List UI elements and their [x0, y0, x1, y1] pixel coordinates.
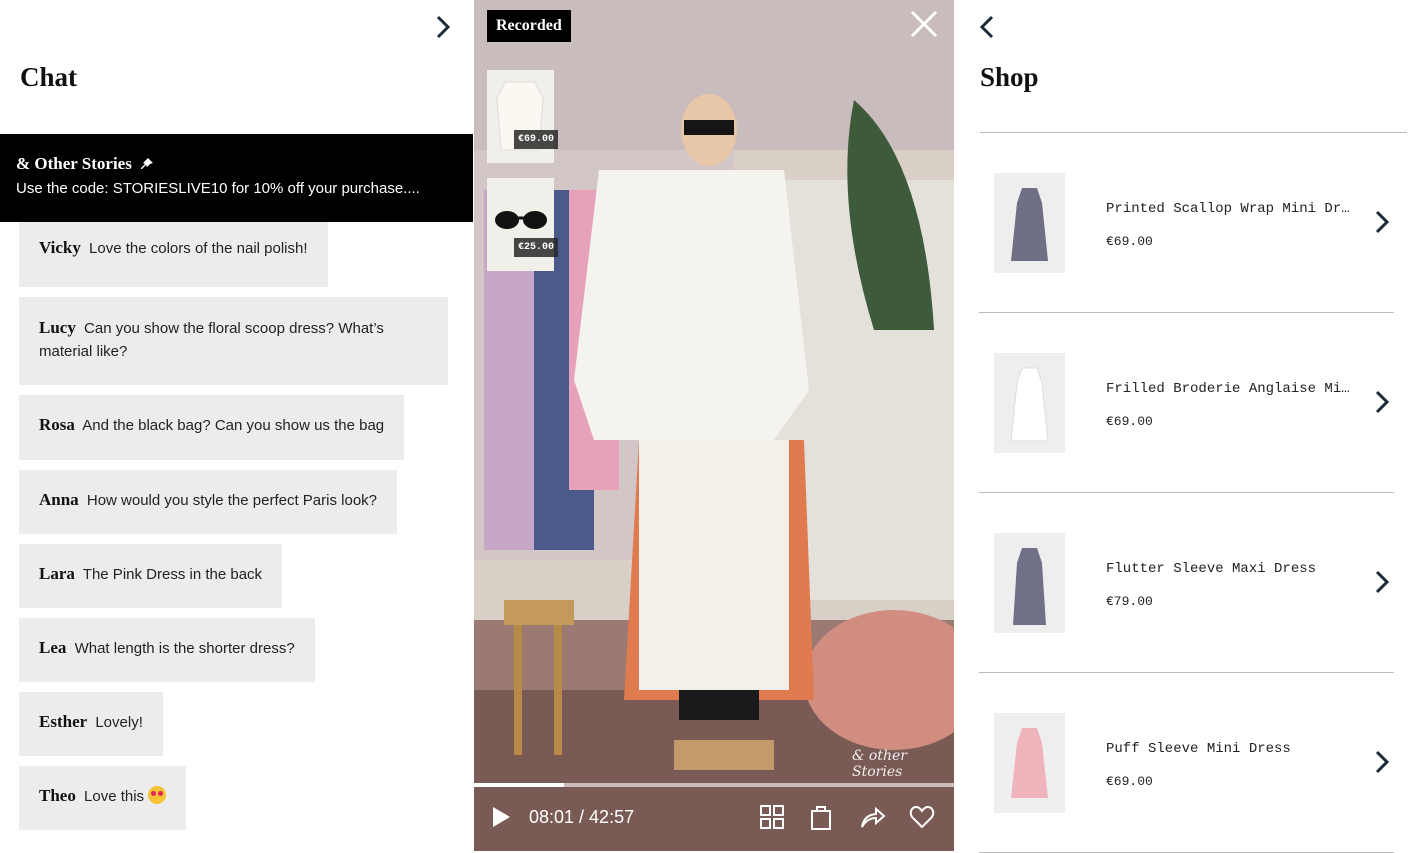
- thumbnail-price: €25.00: [513, 238, 558, 257]
- chevron-right-icon[interactable]: [428, 12, 458, 42]
- thumbnail-price: €69.00: [513, 130, 558, 149]
- progress-bar[interactable]: [474, 783, 954, 787]
- message-text: The Pink Dress in the back: [82, 566, 263, 583]
- message-author: Esther: [39, 712, 88, 731]
- product-name: Frilled Broderie Anglaise Mini Dress: [1106, 381, 1351, 397]
- product-price: €69.00: [1106, 414, 1153, 429]
- product-price: €79.00: [1106, 594, 1153, 609]
- chevron-left-icon[interactable]: [972, 12, 1002, 42]
- product-thumbnail[interactable]: €69.00: [487, 70, 558, 163]
- shop-panel: Shop Printed Scallop Wrap Mini Dress €69…: [954, 0, 1421, 853]
- shopping-bag-icon[interactable]: [807, 803, 835, 831]
- play-icon[interactable]: [486, 803, 514, 831]
- message-author: Lara: [39, 564, 75, 583]
- product-image: [994, 533, 1065, 633]
- message-author: Rosa: [39, 415, 75, 434]
- message-text: Love this: [84, 788, 145, 805]
- shop-title: Shop: [980, 62, 1039, 92]
- pinned-text: Use the code: STORIESLIVE10 for 10% off …: [16, 180, 420, 197]
- pinned-message: & Other Stories Use the code: STORIESLIV…: [0, 134, 473, 222]
- chat-message: Vicky Love the colors of the nail polish…: [19, 222, 328, 287]
- message-text: How would you style the perfect Paris lo…: [86, 492, 378, 509]
- chevron-right-icon[interactable]: [1371, 388, 1393, 416]
- product-name: Flutter Sleeve Maxi Dress: [1106, 561, 1317, 577]
- message-author: Lucy: [39, 318, 76, 337]
- message-text: Love the colors of the nail polish!: [89, 240, 308, 257]
- message-text: Lovely!: [95, 714, 143, 731]
- close-icon[interactable]: [908, 8, 940, 40]
- message-text: And the black bag? Can you show us the b…: [82, 417, 385, 434]
- chat-message: Anna How would you style the perfect Par…: [19, 470, 398, 534]
- share-icon[interactable]: [858, 803, 886, 831]
- product-name: Puff Sleeve Mini Dress: [1106, 741, 1291, 757]
- product-item[interactable]: Frilled Broderie Anglaise Mini Dress €69…: [979, 313, 1394, 493]
- video-player[interactable]: Recorded €69.00 €25.00 & other Stories 0…: [474, 0, 954, 851]
- chat-message: Lucy Can you show the floral scoop dress…: [19, 297, 448, 385]
- product-thumbnail[interactable]: €25.00: [487, 178, 558, 271]
- sunglasses-thumbnail: [495, 211, 547, 229]
- product-item[interactable]: Printed Scallop Wrap Mini Dress €69.00: [979, 133, 1394, 313]
- chevron-right-icon[interactable]: [1371, 748, 1393, 776]
- brand-watermark: & other Stories: [852, 748, 907, 780]
- chat-message: Esther Lovely!: [19, 692, 163, 756]
- message-text: What length is the shorter dress?: [74, 640, 295, 657]
- product-name: Printed Scallop Wrap Mini Dress: [1106, 201, 1351, 217]
- product-price: €69.00: [1106, 234, 1153, 249]
- message-author: Theo: [39, 786, 76, 805]
- heart-eyes-emoji-icon: [148, 786, 167, 804]
- message-author: Anna: [39, 490, 79, 509]
- pin-icon: [140, 158, 153, 169]
- recorded-badge: Recorded: [487, 10, 571, 42]
- product-image: [994, 353, 1065, 453]
- video-controls: 08:01 / 42:57: [474, 795, 954, 841]
- chat-panel: Chat & Other Stories Use the code: STORI…: [0, 0, 474, 851]
- heart-icon[interactable]: [908, 803, 936, 831]
- chevron-right-icon[interactable]: [1371, 568, 1393, 596]
- chat-messages: Vicky Love the colors of the nail polish…: [19, 222, 459, 840]
- product-price: €69.00: [1106, 774, 1153, 789]
- message-text: Can you show the floral scoop dress? Wha…: [39, 320, 384, 360]
- progress-fill: [474, 783, 565, 787]
- product-image: [994, 713, 1065, 813]
- product-item[interactable]: Flutter Sleeve Maxi Dress €79.00: [979, 493, 1394, 673]
- grid-icon[interactable]: [758, 803, 786, 831]
- chat-message: Rosa And the black bag? Can you show us …: [19, 395, 405, 460]
- chevron-right-icon[interactable]: [1371, 208, 1393, 236]
- message-author: Lea: [39, 638, 67, 657]
- pinned-author: & Other Stories: [16, 154, 132, 173]
- chat-message: Lara The Pink Dress in the back: [19, 544, 283, 608]
- white-shirt-thumbnail: [496, 81, 544, 151]
- chat-message: Lea What length is the shorter dress?: [19, 618, 315, 682]
- product-image: [994, 173, 1065, 273]
- product-item[interactable]: Puff Sleeve Mini Dress €69.00: [979, 673, 1394, 853]
- chat-message: Theo Love this: [19, 766, 187, 830]
- message-author: Vicky: [39, 238, 81, 257]
- time-display: 08:01 / 42:57: [529, 807, 635, 827]
- chat-title: Chat: [20, 62, 78, 92]
